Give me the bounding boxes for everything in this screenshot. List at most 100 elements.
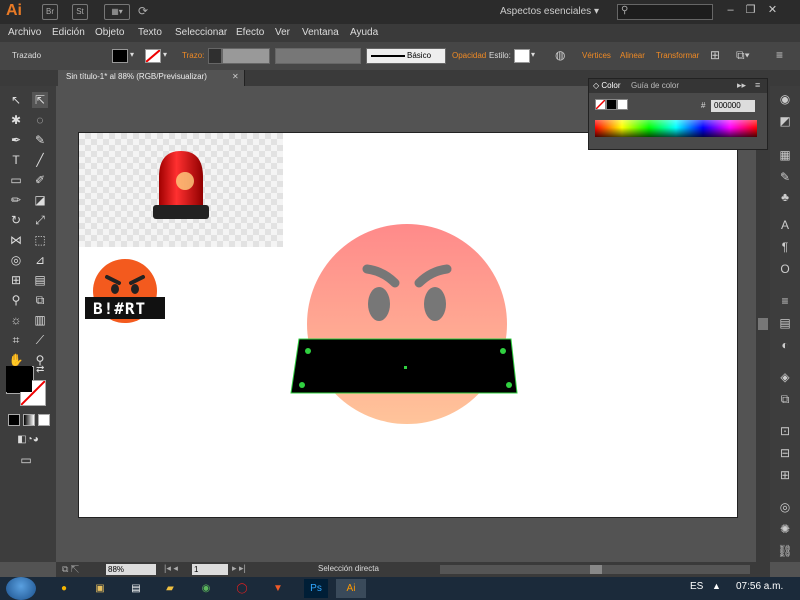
stroke-panel-icon[interactable]: ≡ bbox=[777, 294, 793, 308]
angry-face-artwork[interactable] bbox=[279, 213, 539, 433]
menu-ver[interactable]: Ver bbox=[275, 27, 290, 38]
character-icon[interactable]: A bbox=[777, 218, 793, 232]
vertical-scroll-thumb[interactable] bbox=[758, 318, 768, 330]
brushes-icon[interactable]: ✎ bbox=[777, 170, 793, 184]
menu-objeto[interactable]: Objeto bbox=[95, 27, 124, 38]
color-guide-icon[interactable]: ◩ bbox=[777, 114, 793, 128]
pencil-tool-icon[interactable]: ✏ bbox=[8, 192, 24, 208]
anchor-point[interactable] bbox=[500, 348, 506, 354]
width-tool-icon[interactable]: ⋈ bbox=[8, 232, 24, 248]
style-dropdown-icon[interactable]: ▾ bbox=[531, 50, 535, 59]
collapse-panel-icon[interactable]: ▸▸ bbox=[737, 80, 746, 91]
align-link[interactable]: Alinear bbox=[620, 51, 645, 60]
color-panel-icon[interactable]: ◉ bbox=[777, 92, 793, 106]
tab-color-guide[interactable]: Guía de color bbox=[631, 81, 679, 90]
eraser-tool-icon[interactable]: ◪ bbox=[32, 192, 48, 208]
first-page-icon[interactable]: |◂ ◂ bbox=[164, 563, 178, 574]
anchor-point[interactable] bbox=[506, 382, 512, 388]
variable-width-dropdown[interactable] bbox=[275, 48, 361, 64]
artboard-number-input[interactable]: 1 bbox=[192, 564, 228, 575]
menu-seleccionar[interactable]: Seleccionar bbox=[175, 27, 227, 38]
transform-link[interactable]: Transformar bbox=[656, 51, 699, 60]
fill-dropdown-icon[interactable]: ▾ bbox=[130, 50, 134, 59]
notepad-icon[interactable]: ▤ bbox=[124, 579, 148, 598]
perspective-grid-tool-icon[interactable]: ⊿ bbox=[32, 252, 48, 268]
black-swatch[interactable] bbox=[606, 99, 617, 110]
pathfinder-icon[interactable]: ⊞ bbox=[777, 468, 793, 482]
free-transform-tool-icon[interactable]: ⬚ bbox=[32, 232, 48, 248]
none-mode-icon[interactable] bbox=[38, 414, 50, 426]
restore-button[interactable]: ❐ bbox=[742, 3, 759, 17]
vertical-scrollbar[interactable] bbox=[756, 86, 770, 562]
column-graph-tool-icon[interactable]: ▥ bbox=[32, 312, 48, 328]
panel-menu-icon[interactable]: ≡ bbox=[776, 48, 783, 62]
chrome-taskbar-icon[interactable]: ● bbox=[52, 579, 76, 598]
paragraph-icon[interactable]: ¶ bbox=[777, 240, 793, 254]
screen-mode-icon[interactable]: ▭ bbox=[18, 452, 34, 468]
paintbrush-tool-icon[interactable]: ✐ bbox=[32, 172, 48, 188]
stroke-swatch[interactable] bbox=[145, 49, 161, 63]
left-eye[interactable] bbox=[368, 287, 390, 321]
links-icon[interactable]: ⛓ bbox=[777, 544, 793, 558]
angry-emoji-thumbnail[interactable] bbox=[85, 257, 165, 329]
symbols-icon[interactable]: ♣ bbox=[777, 190, 793, 204]
siren-image[interactable] bbox=[79, 133, 283, 247]
drawing-modes-icon[interactable]: ◧◔◕ bbox=[6, 432, 50, 448]
help-search-input[interactable]: ⚲ bbox=[617, 4, 713, 20]
arrange-icon[interactable]: ⧉▾ bbox=[736, 48, 750, 63]
zoom-input[interactable]: 88% bbox=[106, 564, 156, 575]
share-icon[interactable]: ⧉ ⇱ bbox=[62, 564, 79, 575]
scale-tool-icon[interactable]: ⤢ bbox=[32, 212, 48, 228]
language-indicator[interactable]: ES bbox=[690, 581, 703, 592]
rotate-tool-icon[interactable]: ↻ bbox=[8, 212, 24, 228]
arrange-documents-icon[interactable]: ▦▾ bbox=[104, 4, 130, 20]
rectangle-tool-icon[interactable]: ▭ bbox=[8, 172, 24, 188]
shape-builder-tool-icon[interactable]: ◎ bbox=[8, 252, 24, 268]
next-page-icon[interactable]: ▸ ▸| bbox=[232, 563, 246, 574]
color-mode-icon[interactable] bbox=[8, 414, 20, 426]
menu-edicion[interactable]: Edición bbox=[52, 27, 85, 38]
chrome-alt-taskbar-icon[interactable]: ◉ bbox=[194, 579, 218, 598]
swatches-icon[interactable]: ▦ bbox=[777, 148, 793, 162]
bridge-button[interactable]: Br bbox=[42, 4, 58, 20]
fill-color-front[interactable] bbox=[6, 366, 32, 392]
illustrator-taskbar-icon[interactable]: Ai bbox=[336, 579, 366, 598]
graphic-styles-icon[interactable]: ✺ bbox=[777, 522, 793, 536]
folder-taskbar-icon[interactable]: ▰ bbox=[158, 579, 182, 598]
eyedropper-tool-icon[interactable]: ⚲ bbox=[8, 292, 24, 308]
selection-tool-icon[interactable]: ↖ bbox=[8, 92, 24, 108]
color-spectrum[interactable] bbox=[595, 120, 757, 137]
menu-ventana[interactable]: Ventana bbox=[302, 27, 339, 38]
stroke-weight-input[interactable] bbox=[222, 48, 270, 64]
swap-colors-icon[interactable]: ⇄ bbox=[36, 364, 44, 375]
opera-taskbar-icon[interactable]: ◯ bbox=[230, 579, 254, 598]
graphic-style-swatch[interactable] bbox=[514, 49, 530, 63]
artboard-tool-icon[interactable]: ⌗ bbox=[8, 332, 24, 348]
pen-tool-icon[interactable]: ✒ bbox=[8, 132, 24, 148]
hex-color-input[interactable]: 000000 bbox=[711, 100, 755, 112]
white-swatch[interactable] bbox=[617, 99, 628, 110]
gpu-performance-icon[interactable]: ⟳ bbox=[138, 4, 148, 18]
tab-color[interactable]: ◇ Color bbox=[593, 81, 621, 90]
layers-icon[interactable]: ◈ bbox=[777, 370, 793, 384]
anchor-point[interactable] bbox=[299, 382, 305, 388]
file-explorer-icon[interactable]: ▣ bbox=[88, 579, 112, 598]
blend-tool-icon[interactable]: ⧉ bbox=[32, 292, 48, 308]
photoshop-taskbar-icon[interactable]: Ps bbox=[304, 579, 328, 598]
close-tab-icon[interactable]: ✕ bbox=[232, 72, 239, 81]
clock[interactable]: 07:56 a.m. bbox=[736, 581, 783, 592]
fill-swatch[interactable] bbox=[112, 49, 128, 63]
none-color-icon[interactable] bbox=[595, 99, 606, 110]
gradient-mode-icon[interactable] bbox=[23, 414, 35, 426]
anchor-point[interactable] bbox=[305, 348, 311, 354]
transparency-icon[interactable]: ◐ bbox=[777, 338, 793, 352]
stroke-weight-label[interactable]: Trazo: bbox=[182, 51, 204, 60]
menu-archivo[interactable]: Archivo bbox=[8, 27, 41, 38]
transform-panel-icon[interactable]: ⊡ bbox=[777, 424, 793, 438]
menu-texto[interactable]: Texto bbox=[138, 27, 162, 38]
right-eye[interactable] bbox=[424, 287, 446, 321]
menu-efecto[interactable]: Efecto bbox=[236, 27, 264, 38]
recolor-artwork-icon[interactable]: ◍ bbox=[555, 48, 565, 62]
start-button[interactable] bbox=[6, 577, 36, 600]
tray-expand-icon[interactable]: ▲ bbox=[712, 581, 721, 591]
